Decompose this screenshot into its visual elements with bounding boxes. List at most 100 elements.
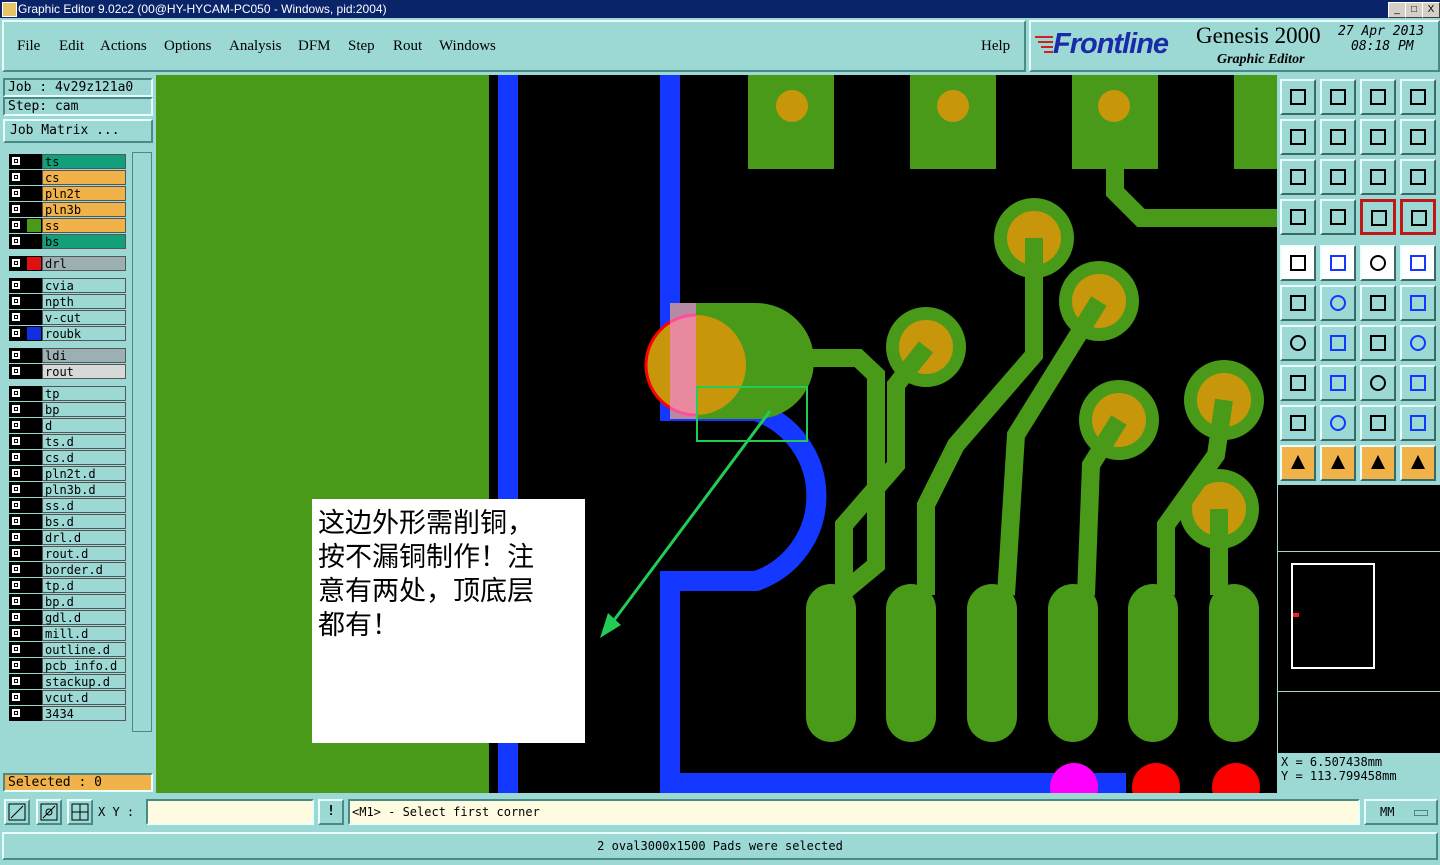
layout-tool[interactable] (1400, 79, 1436, 115)
select-poly-tool[interactable] (1360, 445, 1396, 481)
layer-row-bp[interactable]: bp (9, 402, 126, 417)
mirror-tool[interactable] (1360, 119, 1396, 155)
layer-checkbox[interactable] (11, 580, 21, 590)
layer-row-pln3b[interactable]: pln3b (9, 202, 126, 217)
layer-scrollbar[interactable] (132, 152, 152, 732)
alert-button[interactable]: ! (318, 799, 344, 825)
menu-windows[interactable]: Windows (439, 38, 496, 55)
layer-checkbox[interactable] (11, 188, 21, 198)
layer-row-vcut-d[interactable]: vcut.d (9, 690, 126, 705)
pan-right-tool[interactable] (1320, 119, 1356, 155)
menu-rout[interactable]: Rout (393, 38, 422, 55)
layer-row-drl-d[interactable]: drl.d (9, 530, 126, 545)
layer-checkbox[interactable] (11, 204, 21, 214)
select-net-tool[interactable] (1400, 445, 1436, 481)
layer-checkbox[interactable] (11, 676, 21, 686)
select-tool[interactable] (1280, 445, 1316, 481)
layer-checkbox[interactable] (11, 436, 21, 446)
layer-row-rout-d[interactable]: rout.d (9, 546, 126, 561)
layer-row-ts-d[interactable]: ts.d (9, 434, 126, 449)
layer-checkbox[interactable] (11, 404, 21, 414)
menu-file[interactable]: File (17, 38, 40, 55)
menu-step[interactable]: Step (348, 38, 375, 55)
layer-checkbox[interactable] (11, 220, 21, 230)
layer-row-stackup-d[interactable]: stackup.d (9, 674, 126, 689)
layer-row-border-d[interactable]: border.d (9, 562, 126, 577)
layer-checkbox[interactable] (11, 532, 21, 542)
zoom-home-tool[interactable] (1280, 79, 1316, 115)
layer-checkbox[interactable] (11, 596, 21, 606)
layer-row-cs-d[interactable]: cs.d (9, 450, 126, 465)
resize-tool[interactable] (1360, 365, 1396, 401)
rotate-tool[interactable] (1400, 119, 1436, 155)
connect-tool[interactable] (1280, 285, 1316, 321)
snap-button[interactable] (36, 799, 62, 825)
layer-down-tool[interactable] (1400, 199, 1436, 235)
fill-tool[interactable] (1280, 245, 1316, 281)
layer-row-d[interactable]: d (9, 418, 126, 433)
layer-checkbox[interactable] (11, 388, 21, 398)
layer-checkbox[interactable] (11, 236, 21, 246)
pan-left-tool[interactable] (1280, 119, 1316, 155)
job-matrix-button[interactable]: Job Matrix ... (3, 119, 153, 143)
layer-checkbox[interactable] (11, 484, 21, 494)
ruler-tool[interactable] (1360, 245, 1396, 281)
layer-row-cvia[interactable]: cvia (9, 278, 126, 293)
dot-tool[interactable] (1400, 245, 1436, 281)
menu-edit[interactable]: Edit (59, 38, 84, 55)
menu-dfm[interactable]: DFM (298, 38, 331, 55)
layer-row-bs-d[interactable]: bs.d (9, 514, 126, 529)
xy-input[interactable] (146, 799, 314, 825)
overview-window[interactable] (1278, 485, 1440, 753)
layer-checkbox[interactable] (11, 548, 21, 558)
layer-checkbox[interactable] (11, 280, 21, 290)
layer-row-pln3b-d[interactable]: pln3b.d (9, 482, 126, 497)
layer-row-bp-d[interactable]: bp.d (9, 594, 126, 609)
maximize-button[interactable]: □ (1405, 2, 1423, 18)
fit-tool[interactable] (1280, 159, 1316, 195)
layer-checkbox[interactable] (11, 612, 21, 622)
triangle-fill-tool[interactable] (1320, 405, 1356, 441)
grid-button[interactable] (67, 799, 93, 825)
layer-row-pcb-info-d[interactable]: pcb_info.d (9, 658, 126, 673)
select-box-tool[interactable] (1320, 445, 1356, 481)
units-select[interactable]: MM (1364, 799, 1438, 825)
layer-row-3434[interactable]: 3434 (9, 706, 126, 721)
layer-checkbox[interactable] (11, 452, 21, 462)
layer-row-outline-d[interactable]: outline.d (9, 642, 126, 657)
line-red-tool[interactable] (1320, 325, 1356, 361)
layer-checkbox[interactable] (11, 516, 21, 526)
zoom-window-button[interactable] (4, 799, 30, 825)
menu-options[interactable]: Options (164, 38, 212, 55)
feature-tool[interactable] (1400, 325, 1436, 361)
layer-row-ldi[interactable]: ldi (9, 348, 126, 363)
layer-row-mill-d[interactable]: mill.d (9, 626, 126, 641)
layer-checkbox[interactable] (11, 296, 21, 306)
polygon-tool[interactable] (1400, 365, 1436, 401)
layer-checkbox[interactable] (11, 660, 21, 670)
layer-checkbox[interactable] (11, 328, 21, 338)
layer-row-roubk[interactable]: roubk (9, 326, 126, 341)
layer-row-gdl-d[interactable]: gdl.d (9, 610, 126, 625)
close-button[interactable]: X (1422, 2, 1440, 18)
layer-row-pln2t-d[interactable]: pln2t.d (9, 466, 126, 481)
copy-tool[interactable] (1400, 285, 1436, 321)
settings-tool[interactable] (1280, 199, 1316, 235)
layer-checkbox[interactable] (11, 564, 21, 574)
layer-checkbox[interactable] (11, 420, 21, 430)
split-tool[interactable] (1320, 365, 1356, 401)
layer-checkbox[interactable] (11, 258, 21, 268)
layer-checkbox[interactable] (11, 628, 21, 638)
layer-row-ts[interactable]: ts (9, 154, 126, 169)
pan-down-tool[interactable] (1320, 79, 1356, 115)
center-tool[interactable] (1320, 159, 1356, 195)
layer-row-v-cut[interactable]: v-cut (9, 310, 126, 325)
arch-cut-tool[interactable] (1400, 405, 1436, 441)
layer-checkbox[interactable] (11, 156, 21, 166)
zoom-page-tool[interactable] (1360, 79, 1396, 115)
layer-row-tp[interactable]: tp (9, 386, 126, 401)
layer-checkbox[interactable] (11, 468, 21, 478)
layer-checkbox[interactable] (11, 366, 21, 376)
layer-row-ss-d[interactable]: ss.d (9, 498, 126, 513)
layer-row-ss[interactable]: ss (9, 218, 126, 233)
